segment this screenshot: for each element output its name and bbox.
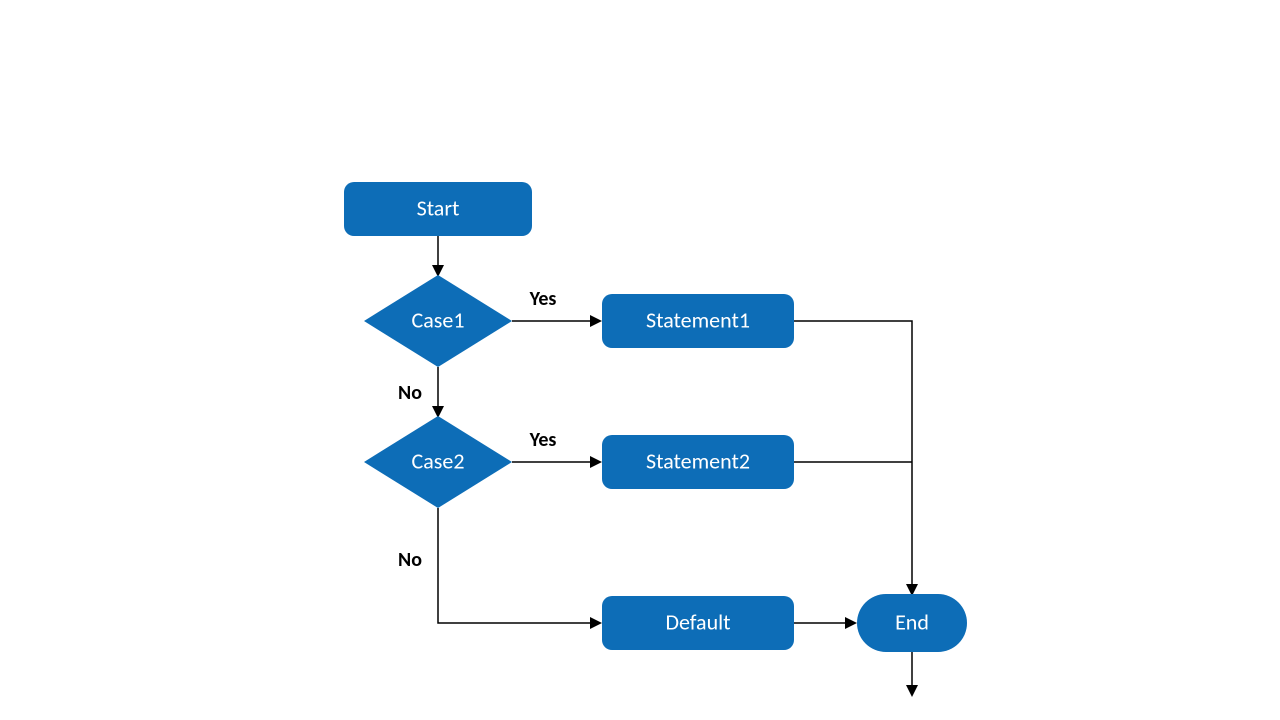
node-statement2: Statement2: [602, 435, 794, 489]
edge-label-case2-yes: Yes: [529, 428, 557, 452]
node-default-label: Default: [665, 608, 730, 635]
node-case2: Case2: [364, 416, 512, 508]
edge-case2-to-default: [438, 508, 600, 623]
flowchart-canvas: Yes No Yes No Start Case1 Case2 Statemen…: [0, 0, 1280, 720]
node-default: Default: [602, 596, 794, 650]
node-start-label: Start: [417, 194, 460, 221]
node-statement1-label: Statement1: [646, 306, 750, 333]
edge-label-case1-no: No: [398, 381, 422, 405]
node-case1-label: Case1: [412, 306, 465, 333]
node-end: End: [857, 594, 967, 652]
edge-label-case2-no: No: [398, 548, 422, 572]
edge-label-case1-yes: Yes: [529, 287, 557, 311]
node-case2-label: Case2: [412, 447, 465, 474]
node-statement2-label: Statement2: [646, 447, 750, 474]
edge-statement1-to-end: [794, 321, 912, 594]
node-statement1: Statement1: [602, 294, 794, 348]
node-end-label: End: [895, 608, 929, 635]
node-case1: Case1: [364, 275, 512, 367]
node-start: Start: [344, 182, 532, 236]
